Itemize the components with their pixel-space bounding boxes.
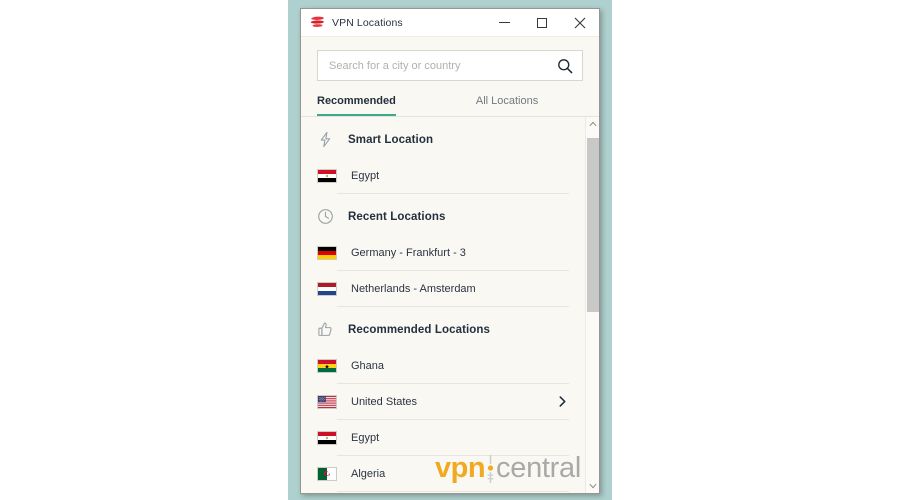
close-icon [574,17,586,28]
section-title: Recommended Locations [348,323,491,336]
flag-algeria-icon [317,466,337,481]
location-name: United States [351,395,418,408]
locations-scroll-content: Smart Location Egypt Recent Locations Ge… [301,117,585,493]
location-row-egypt-recommended[interactable]: Egypt [301,420,585,455]
minimize-icon [498,22,510,23]
location-row-germany-frankfurt-3[interactable]: Germany - Frankfurt - 3 [301,235,585,270]
section-header-recent-locations: Recent Locations [301,194,585,235]
location-row-united-states[interactable]: United States [301,384,585,419]
tab-recommended-label: Recommended [317,95,396,107]
tab-all-locations[interactable]: All Locations [476,91,538,116]
search-section [301,37,599,81]
location-row-netherlands-amsterdam[interactable]: Netherlands - Amsterdam [301,271,585,306]
window-titlebar: VPN Locations [301,9,599,37]
location-name: Ghana [351,359,385,372]
window-title: VPN Locations [332,16,403,29]
search-icon[interactable] [557,58,573,74]
location-name: Egypt [351,169,380,182]
titlebar-left: VPN Locations [301,16,485,29]
chevron-down-icon [588,483,597,489]
expressvpn-logo-icon [310,16,324,27]
search-input[interactable] [329,59,557,72]
locations-scrollbar[interactable] [585,117,599,493]
scrollbar-thumb[interactable] [586,137,599,312]
location-name: Netherlands - Amsterdam [351,282,476,295]
flag-germany-icon [317,245,337,260]
search-box[interactable] [317,50,583,81]
flag-egypt-icon [317,430,337,445]
location-name: Germany - Frankfurt - 3 [351,246,466,259]
clock-icon [318,209,333,224]
flag-ghana-icon [317,358,337,373]
locations-list-area: Smart Location Egypt Recent Locations Ge… [301,117,599,493]
tab-all-locations-label: All Locations [475,95,539,107]
section-header-recommended-locations: Recommended Locations [301,307,585,348]
maximize-icon [537,17,547,28]
chevron-right-icon[interactable] [556,395,569,408]
tab-recommended[interactable]: Recommended [317,91,396,116]
location-row-egypt-smart[interactable]: Egypt [301,158,585,193]
section-title: Smart Location [348,133,434,146]
flag-egypt-icon [317,168,337,183]
section-title: Recent Locations [348,210,446,223]
location-row-ghana[interactable]: Ghana [301,348,585,383]
section-header-smart-location: Smart Location [301,117,585,158]
thumbs-up-icon [318,322,332,336]
scrollbar-track[interactable] [586,131,600,479]
close-button[interactable] [561,9,599,36]
window-controls [485,9,599,36]
maximize-button[interactable] [523,9,561,36]
minimize-button[interactable] [485,9,523,36]
location-row-algeria[interactable]: Algeria [301,456,585,491]
lightning-bolt-icon [320,131,331,148]
location-name: Egypt [351,431,380,444]
tab-bar: Recommended All Locations [301,81,599,116]
screenshot-root: VPN Locations Search for a city or count… [0,0,900,500]
scrollbar-up-button[interactable] [586,117,600,131]
scrollbar-down-button[interactable] [586,479,600,493]
vpn-locations-window: VPN Locations Search for a city or count… [300,8,600,494]
tab-spacer [396,91,476,116]
row-separator [337,491,569,492]
flag-united-states-icon [317,394,337,409]
chevron-up-icon [588,121,597,127]
flag-netherlands-icon [317,281,337,296]
location-name: Algeria [351,467,386,480]
